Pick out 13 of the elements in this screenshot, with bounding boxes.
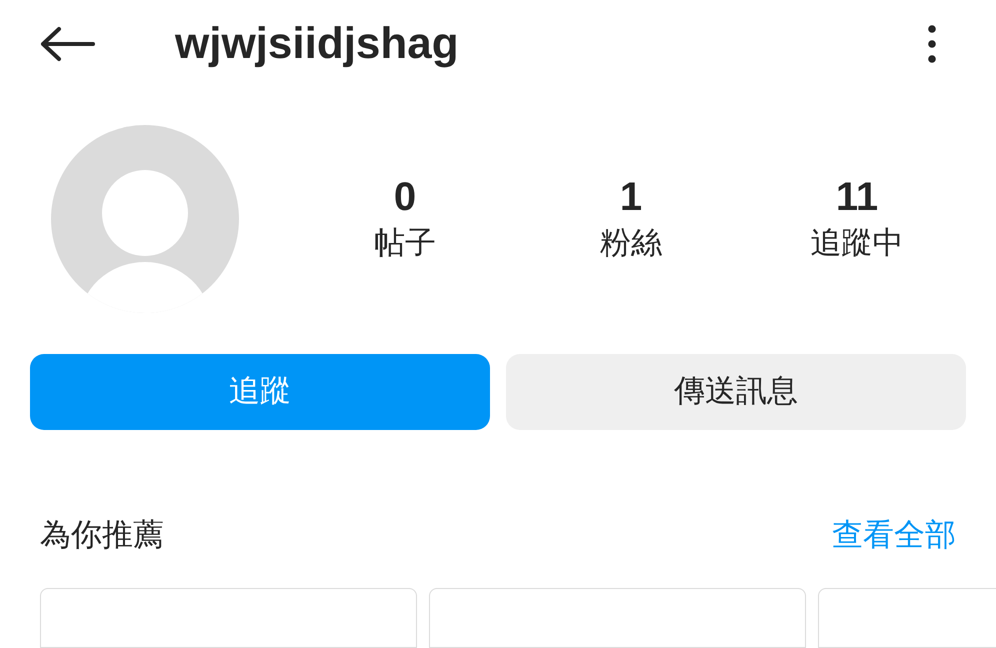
more-options-icon[interactable] bbox=[928, 25, 936, 64]
stat-label: 追蹤中 bbox=[810, 224, 904, 262]
section-title: 為你推薦 bbox=[40, 516, 164, 554]
stat-count: 0 bbox=[394, 174, 416, 220]
message-button[interactable]: 傳送訊息 bbox=[506, 354, 966, 430]
stat-label: 粉絲 bbox=[600, 224, 662, 262]
stat-label: 帖子 bbox=[374, 224, 436, 262]
profile-username: wjwjsiidjshag bbox=[175, 22, 459, 66]
back-arrow-icon[interactable] bbox=[40, 26, 96, 62]
follow-button[interactable]: 追蹤 bbox=[30, 354, 490, 430]
stat-count: 11 bbox=[836, 174, 878, 220]
stat-count: 1 bbox=[620, 174, 642, 220]
see-all-link[interactable]: 查看全部 bbox=[832, 512, 956, 558]
